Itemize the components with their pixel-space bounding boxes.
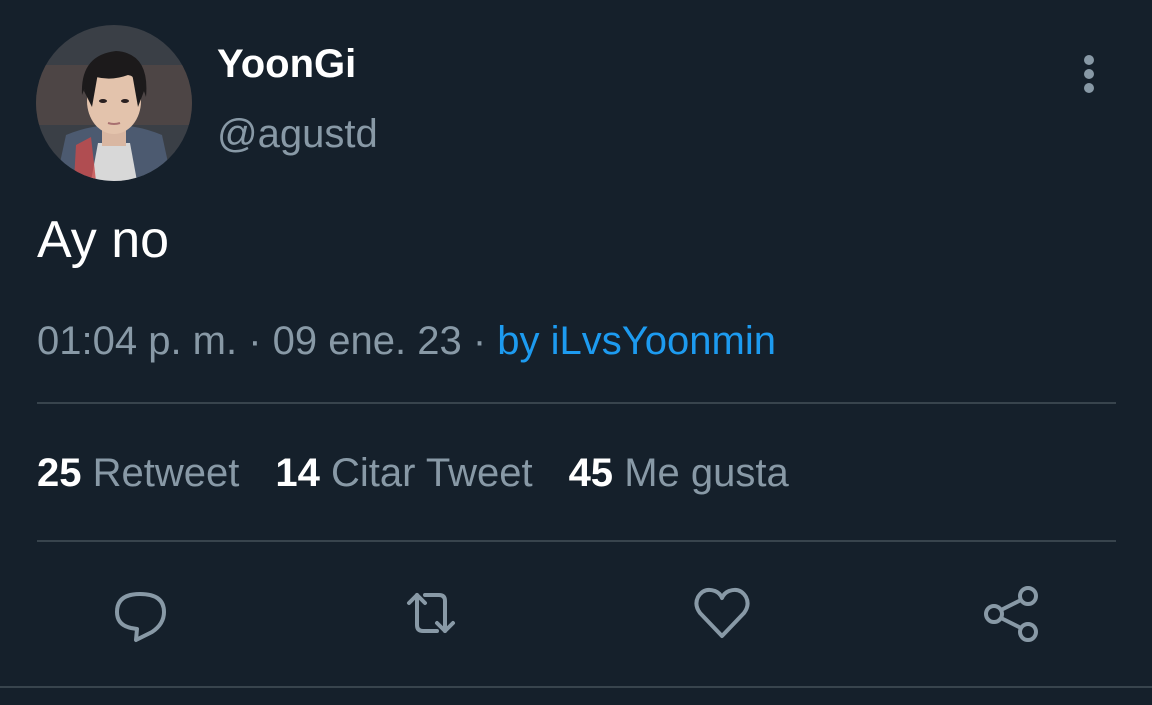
avatar[interactable] bbox=[36, 25, 192, 181]
tweet-date: 09 ene. 23 bbox=[272, 319, 462, 363]
stat-quote-tweets[interactable]: 14 Citar Tweet bbox=[275, 449, 532, 497]
more-vertical-icon bbox=[1084, 55, 1094, 93]
tweet-time: 01:04 p. m. bbox=[37, 319, 238, 363]
stat-count: 25 bbox=[37, 451, 82, 495]
avatar-image bbox=[36, 25, 192, 181]
divider bbox=[37, 540, 1116, 542]
like-icon bbox=[694, 587, 750, 638]
stat-count: 45 bbox=[568, 451, 614, 495]
meta-separator: · bbox=[461, 319, 498, 363]
more-options-button[interactable] bbox=[1069, 50, 1109, 100]
retweet-button[interactable] bbox=[399, 581, 463, 645]
retweet-icon bbox=[407, 593, 455, 633]
stat-likes[interactable]: 45 Me gusta bbox=[569, 449, 789, 497]
divider bbox=[37, 402, 1116, 404]
share-icon bbox=[984, 586, 1038, 642]
engagement-stats: 25 Retweet 14 Citar Tweet 45 Me gusta bbox=[37, 449, 825, 497]
meta-separator: · bbox=[237, 319, 273, 363]
stat-count: 14 bbox=[275, 451, 320, 495]
divider bbox=[0, 686, 1152, 688]
tweet-source-link[interactable]: by iLvsYoonmin bbox=[497, 319, 776, 363]
stat-label: Retweet bbox=[92, 451, 240, 495]
user-handle[interactable]: @agustd bbox=[217, 110, 378, 158]
tweet-meta: 01:04 p. m. · 09 ene. 23 · by iLvsYoonmi… bbox=[37, 317, 776, 365]
stat-label: Citar Tweet bbox=[331, 451, 533, 495]
reply-icon bbox=[115, 592, 166, 642]
share-button[interactable] bbox=[980, 581, 1044, 645]
stat-retweets[interactable]: 25 Retweet bbox=[37, 449, 239, 497]
stat-label: Me gusta bbox=[624, 451, 789, 495]
tweet-text: Ay no bbox=[37, 211, 170, 269]
display-name[interactable]: YoonGi bbox=[217, 40, 356, 88]
reply-button[interactable] bbox=[109, 581, 173, 645]
like-button[interactable] bbox=[690, 581, 754, 645]
